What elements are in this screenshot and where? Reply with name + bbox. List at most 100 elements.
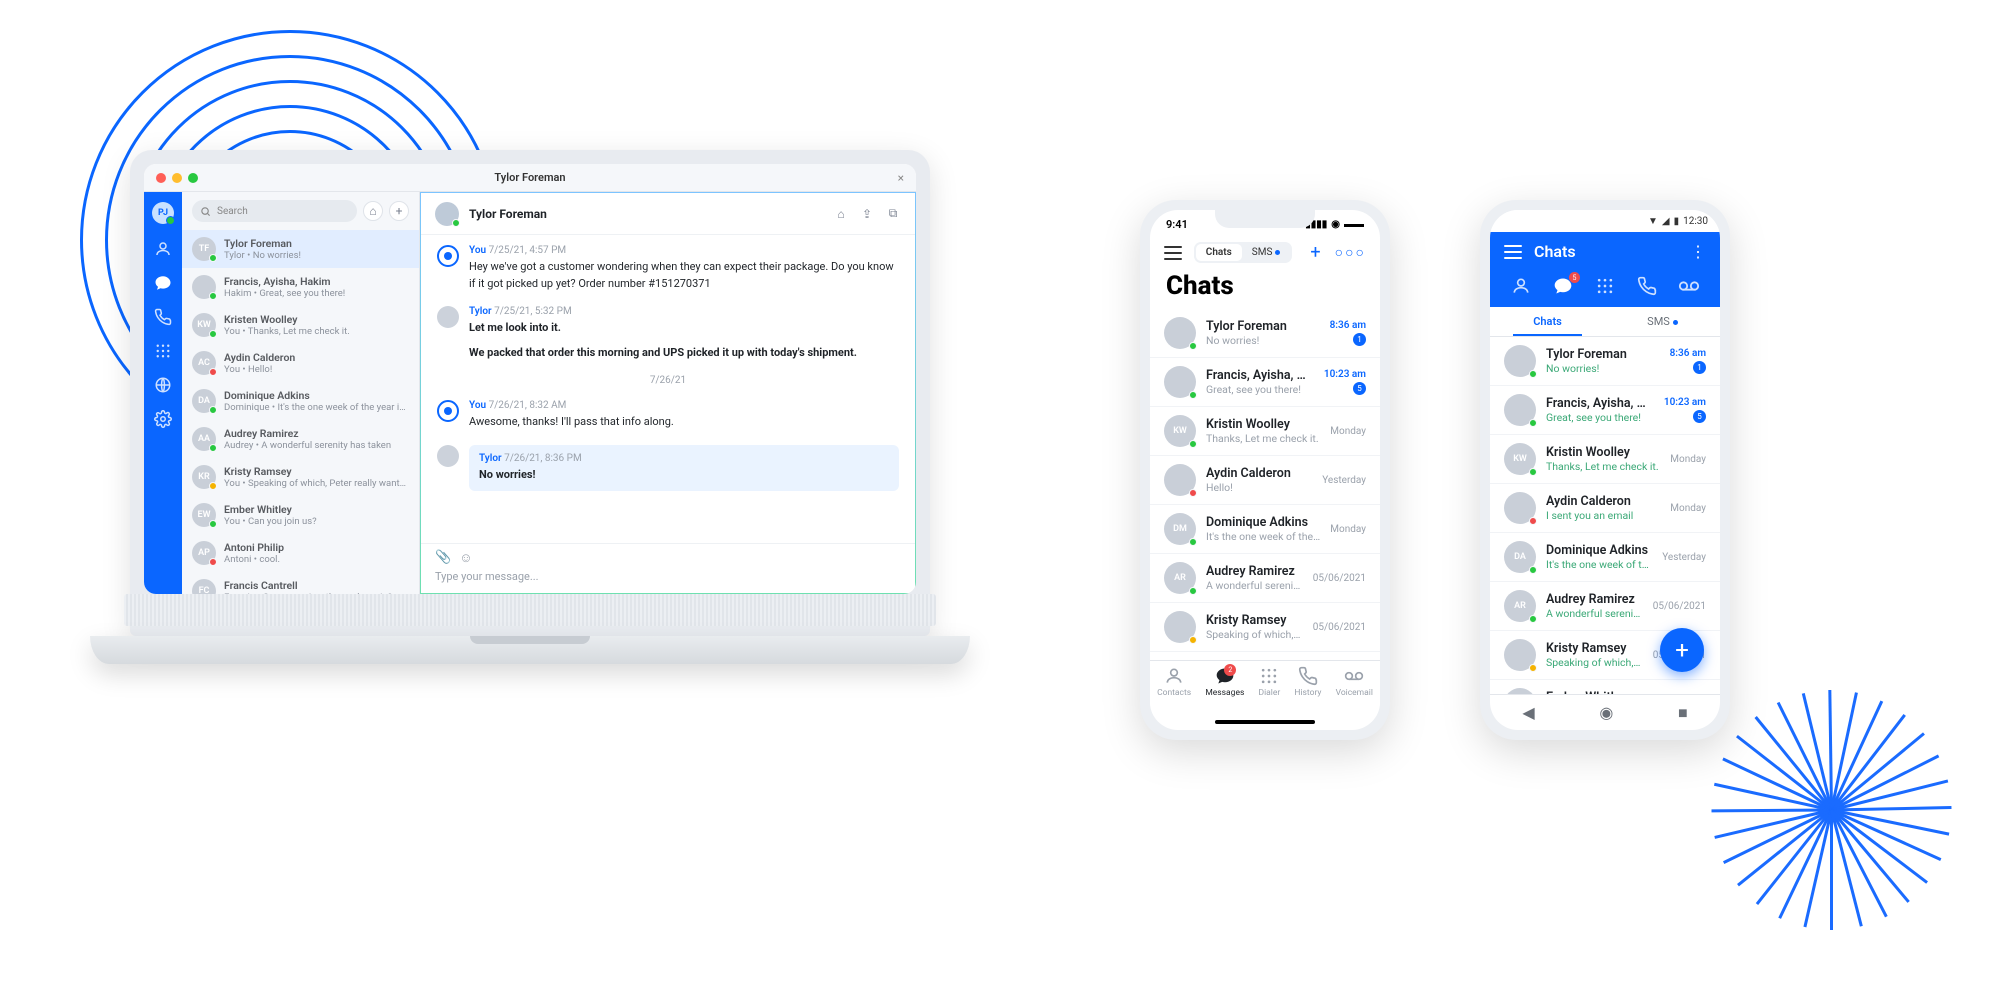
chat-row[interactable]: Tylor Foreman No worries! 8:36 am 1 (1490, 337, 1720, 386)
conversation-item[interactable]: KW Kristen Woolley You • Thanks, Let me … (182, 306, 419, 344)
notch (1215, 210, 1315, 228)
conversation-item[interactable]: AC Aydin Calderon You • Hello! (182, 344, 419, 382)
share-icon[interactable]: ⇪ (859, 206, 875, 222)
conversation-name: Francis Cantrell (224, 579, 392, 592)
world-icon[interactable] (154, 376, 172, 394)
conversation-item[interactable]: EW Ember Whitley You • Can you join us? (182, 496, 419, 534)
chat-time: Yesterday (1322, 475, 1366, 486)
wifi-icon: ◉ (1331, 219, 1340, 230)
avatar: AR (1504, 590, 1536, 622)
message-input[interactable]: Type your message... (435, 570, 901, 583)
message-sender: Tylor (479, 453, 502, 464)
emoji-icon[interactable]: ☺ (459, 550, 472, 566)
segment-control[interactable]: Chats SMS (1194, 242, 1293, 263)
history-icon[interactable] (1636, 275, 1658, 297)
chat-row[interactable]: AR Audrey Ramirez A wonderful serenity h… (1490, 582, 1720, 631)
tab-sms[interactable]: SMS (1605, 307, 1720, 336)
popout-icon[interactable]: ⧉ (885, 206, 901, 222)
nav-back-icon[interactable]: ◀ (1522, 703, 1534, 722)
conversation-preview: Hakim • Great, see you there! (224, 288, 345, 299)
chat-preview: It's the one week of the year in which (1546, 558, 1652, 571)
chat-row[interactable]: Francis, Ayisha, Hakim Great, see you th… (1150, 358, 1380, 407)
overflow-button[interactable]: ⋮ (1690, 242, 1706, 261)
conversation-item[interactable]: KR Kristy Ramsey You • Speaking of which… (182, 458, 419, 496)
chat-row[interactable]: DA Dominique Adkins It's the one week of… (1490, 533, 1720, 582)
avatar: TF (192, 237, 216, 261)
message-timestamp: 7/26/21, 8:36 PM (504, 453, 582, 464)
chat-row[interactable]: DM Dominique Adkins It's the one week of… (1150, 505, 1380, 554)
chat-row[interactable]: Aydin Calderon Hello! Yesterday (1150, 456, 1380, 505)
conversation-item[interactable]: Francis, Ayisha, Hakim Hakim • Great, se… (182, 268, 419, 306)
voicemail-icon[interactable] (1678, 275, 1700, 297)
chat-header-avatar[interactable] (435, 202, 459, 226)
calls-icon[interactable] (154, 308, 172, 326)
chat-name: Francis, Ayisha, Hakim (1546, 396, 1654, 411)
chat-name: Tylor Foreman (1546, 347, 1660, 362)
conversation-item[interactable]: TF Tylor Foreman Tylor • No worries! (182, 230, 419, 268)
nav-rail: PJ (144, 192, 182, 594)
conversation-item[interactable]: AA Audrey Ramirez Audrey • A wonderful s… (182, 420, 419, 458)
filter-button[interactable]: ⌂ (363, 201, 383, 221)
chat-row[interactable]: AR Audrey Ramirez A wonderful serenity h… (1150, 554, 1380, 603)
more-button[interactable]: ○○○ (1335, 244, 1366, 261)
chat-time: 8:36 am (1670, 348, 1706, 359)
chat-preview: Thanks, Let me check it. (1206, 432, 1320, 445)
search-input[interactable]: Search (192, 200, 357, 222)
chat-row[interactable]: KW Kristin Woolley Thanks, Let me check … (1150, 407, 1380, 456)
menu-button[interactable] (1504, 245, 1522, 259)
home-indicator[interactable] (1215, 720, 1315, 724)
tab-voicemail[interactable]: Voicemail (1336, 666, 1373, 716)
avatar (1164, 464, 1196, 496)
settings-icon[interactable] (154, 410, 172, 428)
nav-home-icon[interactable]: ◉ (1599, 703, 1613, 722)
avatar (1504, 394, 1536, 426)
avatar: EW (192, 503, 216, 527)
chat-header-name: Tylor Foreman (469, 207, 547, 221)
message-sender: You (469, 400, 486, 411)
fax-icon[interactable]: ⌂ (833, 206, 849, 222)
tab-dialer[interactable]: Dialer (1259, 666, 1281, 716)
dialpad-icon[interactable] (1594, 275, 1616, 297)
dialpad-icon[interactable] (154, 342, 172, 360)
conversation-item[interactable]: AP Antoni Philip Antoni • cool. (182, 534, 419, 572)
attach-icon[interactable]: 📎 (435, 550, 451, 566)
tab-messages[interactable]: Messages 2 (1205, 666, 1244, 716)
chat-preview: Speaking of which, Peter really wants to… (1546, 656, 1643, 669)
segment-sms[interactable]: SMS (1242, 244, 1291, 261)
tab-chats[interactable]: Chats (1490, 307, 1605, 336)
chat-row[interactable]: Aydin Calderon I sent you an email Monda… (1490, 484, 1720, 533)
chat-row[interactable]: Kristy Ramsey Speaking of which, Peter r… (1150, 603, 1380, 652)
chat-time: Yesterday (1662, 552, 1706, 563)
chat-time: 10:23 am (1664, 397, 1706, 408)
tab-history[interactable]: History (1294, 666, 1321, 716)
keypad-icon (1259, 666, 1279, 686)
new-chat-button[interactable]: + (389, 201, 409, 221)
chat-preview: A wonderful serenity has taken (1206, 579, 1303, 592)
chat-row[interactable]: Ember Whitley No right now. 05/06/2021 (1490, 680, 1720, 694)
chat-row[interactable]: Francis, Ayisha, Hakim Great, see you th… (1490, 386, 1720, 435)
window-close-icon[interactable] (156, 173, 166, 183)
tab-label: Messages (1205, 688, 1244, 698)
segment-chats[interactable]: Chats (1196, 244, 1242, 261)
menu-button[interactable] (1164, 246, 1182, 260)
conversation-item[interactable]: DA Dominique Adkins Dominique • It's the… (182, 382, 419, 420)
fab-new-chat[interactable]: + (1660, 628, 1704, 672)
chat-row[interactable]: KW Kristin Woolley Thanks, Let me check … (1490, 435, 1720, 484)
messages-icon[interactable] (154, 274, 172, 292)
window-minimize-icon[interactable] (172, 173, 182, 183)
tab-contacts[interactable]: Contacts (1157, 666, 1191, 716)
chat-row[interactable]: Tylor Foreman No worries! 8:36 am 1 (1150, 309, 1380, 358)
signal-icon: ◢ (1662, 216, 1670, 227)
chat-row[interactable]: Ember Whitley Can you join us? 05/06/202… (1150, 652, 1380, 660)
user-avatar[interactable]: PJ (152, 202, 174, 224)
messages-icon[interactable]: 5 (1552, 275, 1574, 297)
contacts-icon[interactable] (154, 240, 172, 258)
tab-close-icon[interactable]: × (898, 171, 904, 185)
window-maximize-icon[interactable] (188, 173, 198, 183)
compose-button[interactable]: + (1310, 242, 1320, 263)
android-status-bar: ▼ ◢ ▮ 12:30 (1490, 210, 1720, 232)
nav-recent-icon[interactable]: ■ (1678, 703, 1688, 723)
contacts-icon[interactable] (1510, 275, 1532, 297)
conversation-item[interactable]: FC Francis Cantrell Francis • Can we rev… (182, 572, 419, 594)
chat-preview: A wonderful serenity has taken (1546, 607, 1643, 620)
